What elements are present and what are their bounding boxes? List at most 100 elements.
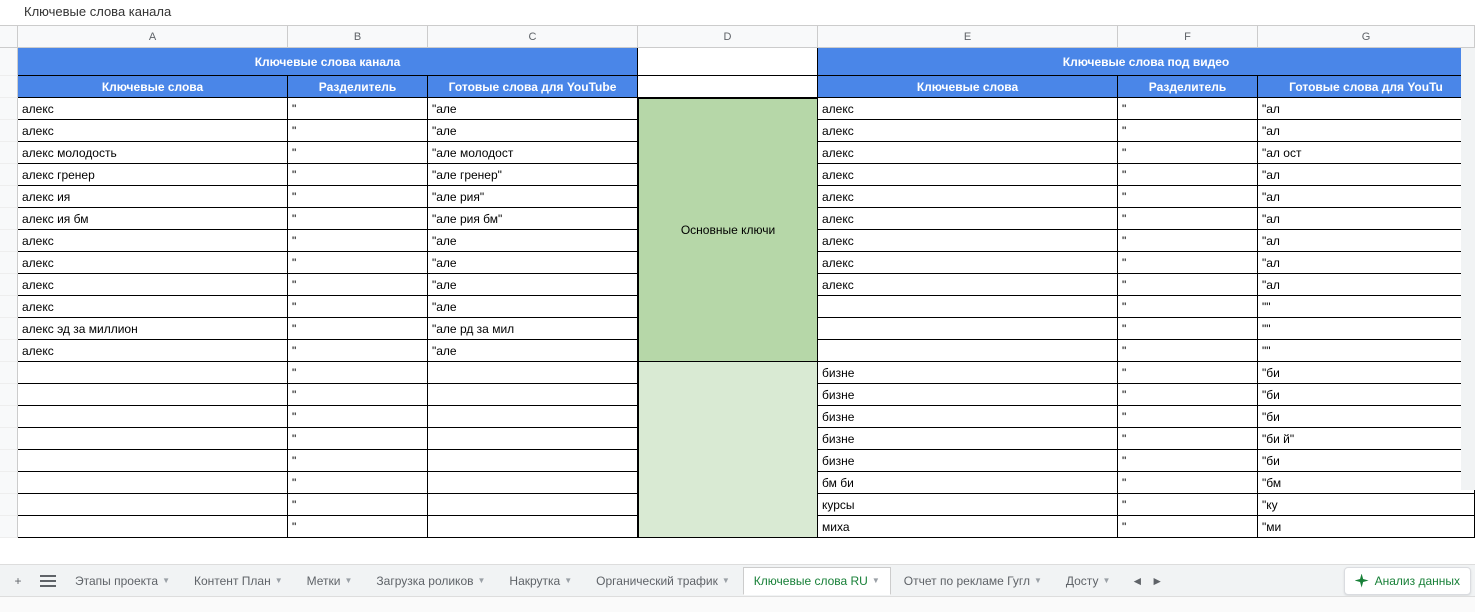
all-sheets-button[interactable] [34,569,62,593]
cell-keyword-right[interactable]: алекс [818,98,1118,120]
cell-ready-right[interactable]: "ал [1258,164,1475,186]
cell-ready-left[interactable]: "але рия бм" [428,208,638,230]
cell-ready-right[interactable]: "ку [1258,494,1475,516]
row-number[interactable] [0,516,18,538]
cell-keyword-right[interactable]: курсы [818,494,1118,516]
vertical-scrollbar[interactable] [1461,48,1475,490]
cell-ready-right[interactable]: "би [1258,384,1475,406]
cell-sep-right[interactable]: " [1118,516,1258,538]
cell-sep-right[interactable]: " [1118,494,1258,516]
cell-keyword-right[interactable]: бизне [818,428,1118,450]
row-number[interactable] [0,186,18,208]
cell-sep-right[interactable]: " [1118,428,1258,450]
row-number[interactable] [0,362,18,384]
cell-sep-right[interactable]: " [1118,296,1258,318]
row-number[interactable] [0,318,18,340]
sub-ready-left[interactable]: Готовые слова для YouTube [428,76,638,98]
cell-sep-left[interactable]: " [288,494,428,516]
merged-main-keys[interactable]: Основные ключи [638,98,818,362]
cell-sep-left[interactable]: " [288,142,428,164]
row-number[interactable] [0,494,18,516]
cell-sep-left[interactable]: " [288,406,428,428]
cell-ready-left[interactable]: "але молодост [428,142,638,164]
sheet-tab[interactable]: Отчет по рекламе Гугл▼ [893,567,1053,595]
cell-ready-left[interactable] [428,450,638,472]
cell-sep-right[interactable]: " [1118,450,1258,472]
cell-ready-left[interactable] [428,406,638,428]
cell-sep-left[interactable]: " [288,98,428,120]
cell-keyword-left[interactable] [18,384,288,406]
row-number[interactable] [0,450,18,472]
sheet-tab[interactable]: Контент План▼ [183,567,294,595]
cell-keyword-right[interactable]: алекс [818,142,1118,164]
sub-keywords-left[interactable]: Ключевые слова [18,76,288,98]
cell-sep-right[interactable]: " [1118,230,1258,252]
cell-ready-left[interactable] [428,384,638,406]
cell-keyword-right[interactable]: миха [818,516,1118,538]
cell-sep-right[interactable]: " [1118,274,1258,296]
row-number[interactable] [0,98,18,120]
sheet-tab[interactable]: Этапы проекта▼ [64,567,181,595]
cell-keyword-left[interactable]: алекс [18,340,288,362]
cell-ready-right[interactable]: "" [1258,340,1475,362]
row-number[interactable] [0,340,18,362]
cell-sep-right[interactable]: " [1118,340,1258,362]
row-number[interactable] [0,406,18,428]
cell-sep-left[interactable]: " [288,252,428,274]
cell-keyword-left[interactable]: алекс ия [18,186,288,208]
cell-ready-right[interactable]: "ал [1258,98,1475,120]
cell-ready-right[interactable]: "" [1258,296,1475,318]
cell-sep-left[interactable]: " [288,186,428,208]
cell-ready-left[interactable]: "але рд за мил [428,318,638,340]
cell-sep-left[interactable]: " [288,340,428,362]
col-header-E[interactable]: E [818,26,1118,47]
cell-keyword-left[interactable]: алекс [18,274,288,296]
sub-separator-right[interactable]: Разделитель [1118,76,1258,98]
cell-ready-left[interactable] [428,428,638,450]
cell-ready-left[interactable] [428,516,638,538]
cell-sep-right[interactable]: " [1118,362,1258,384]
cell-keyword-left[interactable]: алекс [18,230,288,252]
cell-ready-left[interactable]: "але [428,296,638,318]
cell-keyword-left[interactable]: алекс молодость [18,142,288,164]
cell-ready-right[interactable]: "ал ост [1258,142,1475,164]
row-number[interactable] [0,274,18,296]
cell-keyword-right[interactable]: алекс [818,186,1118,208]
cell-ready-left[interactable] [428,494,638,516]
cell-keyword-left[interactable]: алекс [18,252,288,274]
sheet-tab[interactable]: Органический трафик▼ [585,567,741,595]
col-header-G[interactable]: G [1258,26,1475,47]
sheet-tab[interactable]: Накрутка▼ [498,567,583,595]
cell-keyword-right[interactable]: бм би [818,472,1118,494]
cell-ready-right[interactable]: "" [1258,318,1475,340]
cell-ready-left[interactable]: "але [428,98,638,120]
cell-ready-left[interactable]: "але [428,230,638,252]
cell-keyword-left[interactable]: алекс [18,98,288,120]
cell-sep-right[interactable]: " [1118,252,1258,274]
cell-sep-right[interactable]: " [1118,164,1258,186]
row-number[interactable] [0,384,18,406]
cell-ready-left[interactable]: "але [428,274,638,296]
row-number[interactable] [0,208,18,230]
row-number[interactable] [0,48,18,76]
cell-sep-left[interactable]: " [288,296,428,318]
cell-sep-right[interactable]: " [1118,186,1258,208]
cell-ready-right[interactable]: "ал [1258,208,1475,230]
col-header-F[interactable]: F [1118,26,1258,47]
cell-keyword-left[interactable]: алекс [18,120,288,142]
cell-D2[interactable] [638,76,818,98]
cell-keyword-right[interactable] [818,340,1118,362]
cell-keyword-right[interactable]: бизне [818,384,1118,406]
cell-keyword-right[interactable]: алекс [818,120,1118,142]
tab-nav-right[interactable]: ► [1151,574,1163,588]
sheet-tab[interactable]: Загрузка роликов▼ [365,567,496,595]
sheet-tab[interactable]: Ключевые слова RU▼ [743,567,891,595]
cell-keyword-left[interactable] [18,362,288,384]
cell-ready-right[interactable]: "ал [1258,120,1475,142]
cell-sep-left[interactable]: " [288,516,428,538]
cell-sep-left[interactable]: " [288,230,428,252]
cell-sep-left[interactable]: " [288,208,428,230]
cell-keyword-right[interactable] [818,296,1118,318]
col-header-D[interactable]: D [638,26,818,47]
cell-ready-right[interactable]: "би [1258,406,1475,428]
